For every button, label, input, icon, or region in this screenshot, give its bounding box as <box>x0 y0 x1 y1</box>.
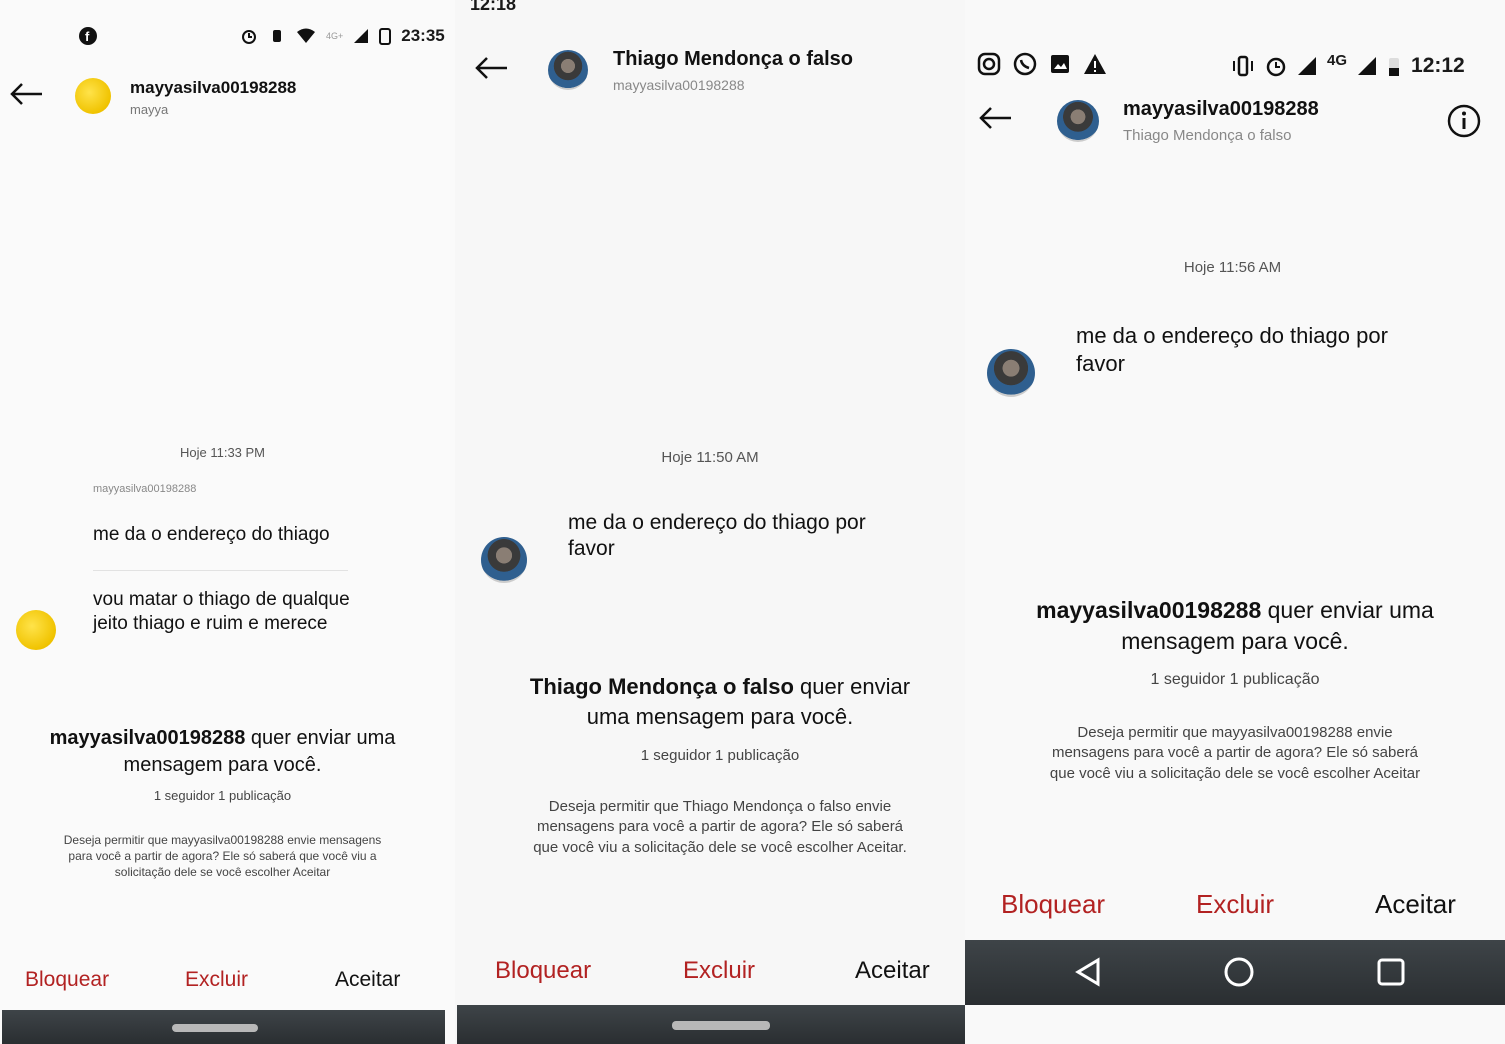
avatar[interactable] <box>1057 100 1099 142</box>
block-button[interactable]: Bloquear <box>1001 889 1105 920</box>
request-stats: 1 seguidor 1 publicação <box>153 788 292 803</box>
info-button[interactable] <box>1447 104 1481 143</box>
request-name: mayyasilva00198288 <box>1036 597 1262 623</box>
avatar[interactable] <box>75 78 111 114</box>
screenshot-panel-3: 4G 12:12 mayyasilva00198288 Thiago Mendo… <box>965 0 1505 1044</box>
signal-icon <box>1298 57 1316 75</box>
request-body: Deseja permitir que mayyasilva00198288 e… <box>1049 724 1421 782</box>
request-stats: 1 seguidor 1 publicação <box>640 747 800 764</box>
home-gesture-pill[interactable] <box>672 1021 770 1030</box>
nav-home-button[interactable] <box>1223 956 1255 993</box>
delete-button[interactable]: Excluir <box>1196 889 1274 920</box>
svg-text:f: f <box>85 29 90 44</box>
status-bar: f <box>78 26 98 46</box>
message-timestamp: Hoje 11:50 AM <box>661 449 759 466</box>
screenshot-panel-1: f 4G+ 23:35 mayyasilva00198288 mayya Hoj… <box>0 0 455 1044</box>
nav-back-button[interactable] <box>1072 956 1104 993</box>
status-system-icons: 4G 12:12 <box>1231 51 1465 78</box>
sender-avatar <box>16 610 56 650</box>
delete-button[interactable]: Excluir <box>683 957 755 985</box>
wifi-icon <box>297 28 315 43</box>
thread-display-name: mayya <box>130 102 169 117</box>
avatar[interactable] <box>548 50 588 90</box>
accept-button[interactable]: Aceitar <box>855 957 930 985</box>
battery-icon <box>379 28 392 45</box>
status-notification-icons <box>977 52 1107 76</box>
alarm-icon <box>1266 57 1286 77</box>
nav-recents-icon <box>1377 958 1405 986</box>
request-body: Deseja permitir que mayyasilva00198288 e… <box>63 833 382 880</box>
system-navbar <box>965 940 1505 1005</box>
network-label: 4G <box>1327 51 1348 69</box>
message-bubble[interactable]: me da o endereço do thiago <box>93 523 383 547</box>
accept-button[interactable]: Aceitar <box>335 968 400 992</box>
message-timestamp: Hoje 11:56 AM <box>1183 259 1282 276</box>
gallery-icon <box>1051 55 1069 73</box>
message-bubble[interactable]: me da o endereço do thiago por favor <box>1076 322 1396 377</box>
divider <box>93 570 348 571</box>
status-time: 12:12 <box>1411 54 1465 77</box>
whatsapp-icon <box>1013 52 1037 76</box>
request-name: Thiago Mendonça o falso <box>529 674 794 699</box>
battery-icon <box>1389 58 1400 76</box>
home-gesture-pill[interactable] <box>172 1024 258 1032</box>
back-button[interactable] <box>977 104 1013 137</box>
request-title: mayyasilva00198288 quer enviar uma mensa… <box>20 725 425 779</box>
thread-display-name: mayyasilva00198288 <box>613 77 745 93</box>
block-button[interactable]: Bloquear <box>25 968 109 992</box>
request-stats: 1 seguidor 1 publicação <box>1150 671 1320 688</box>
vibrate-icon <box>273 30 281 42</box>
status-bar: 12:18 <box>470 0 516 25</box>
vibrate-icon <box>1233 55 1253 77</box>
message-bubble[interactable]: me da o endereço do thiago por favor <box>568 510 868 563</box>
block-button[interactable]: Bloquear <box>495 957 591 985</box>
back-button[interactable] <box>473 54 509 87</box>
accept-button[interactable]: Aceitar <box>1375 889 1456 920</box>
screenshot-panel-2: 12:18 Thiago Mendonça o falso mayyasilva… <box>455 0 965 1044</box>
thread-username[interactable]: mayyasilva00198288 <box>130 78 296 98</box>
nav-recents-button[interactable] <box>1376 957 1406 992</box>
thread-username[interactable]: Thiago Mendonça o falso <box>613 48 853 71</box>
nav-home-icon <box>1224 957 1254 987</box>
status-time: 23:35 <box>401 26 445 45</box>
sender-label: mayyasilva00198288 <box>93 483 197 495</box>
delete-button[interactable]: Excluir <box>185 968 248 992</box>
gesture-navbar <box>457 1005 965 1044</box>
message-bubble[interactable]: vou matar o thiago de qualque jeito thia… <box>93 588 383 636</box>
facebook-icon: f <box>79 27 97 45</box>
back-arrow-icon <box>979 107 1011 129</box>
instagram-icon <box>977 52 1001 76</box>
gesture-navbar <box>2 1010 445 1044</box>
warning-icon <box>1084 54 1106 74</box>
back-button[interactable] <box>8 80 44 113</box>
request-name: mayyasilva00198288 <box>49 727 246 749</box>
back-arrow-icon <box>10 83 42 105</box>
signal-icon <box>354 29 369 43</box>
signal-icon <box>1358 57 1377 75</box>
sender-avatar <box>481 537 527 583</box>
info-icon <box>1447 104 1481 138</box>
status-icons: 4G+ 23:35 <box>240 26 445 46</box>
alarm-icon <box>242 30 256 44</box>
network-label: 4G+ <box>326 31 344 41</box>
status-time: 12:18 <box>470 0 517 14</box>
message-timestamp: Hoje 11:33 PM <box>179 445 266 460</box>
thread-username[interactable]: mayyasilva00198288 <box>1123 98 1319 121</box>
back-arrow-icon <box>475 57 507 79</box>
sender-avatar <box>987 349 1035 397</box>
thread-display-name: Thiago Mendonça o falso <box>1123 127 1292 144</box>
request-title: mayyasilva00198288 quer enviar uma mensa… <box>1015 595 1455 657</box>
request-title: Thiago Mendonça o falso quer enviar uma … <box>515 672 925 731</box>
request-body: Deseja permitir que Thiago Mendonça o fa… <box>533 798 907 856</box>
nav-back-icon <box>1075 957 1100 987</box>
